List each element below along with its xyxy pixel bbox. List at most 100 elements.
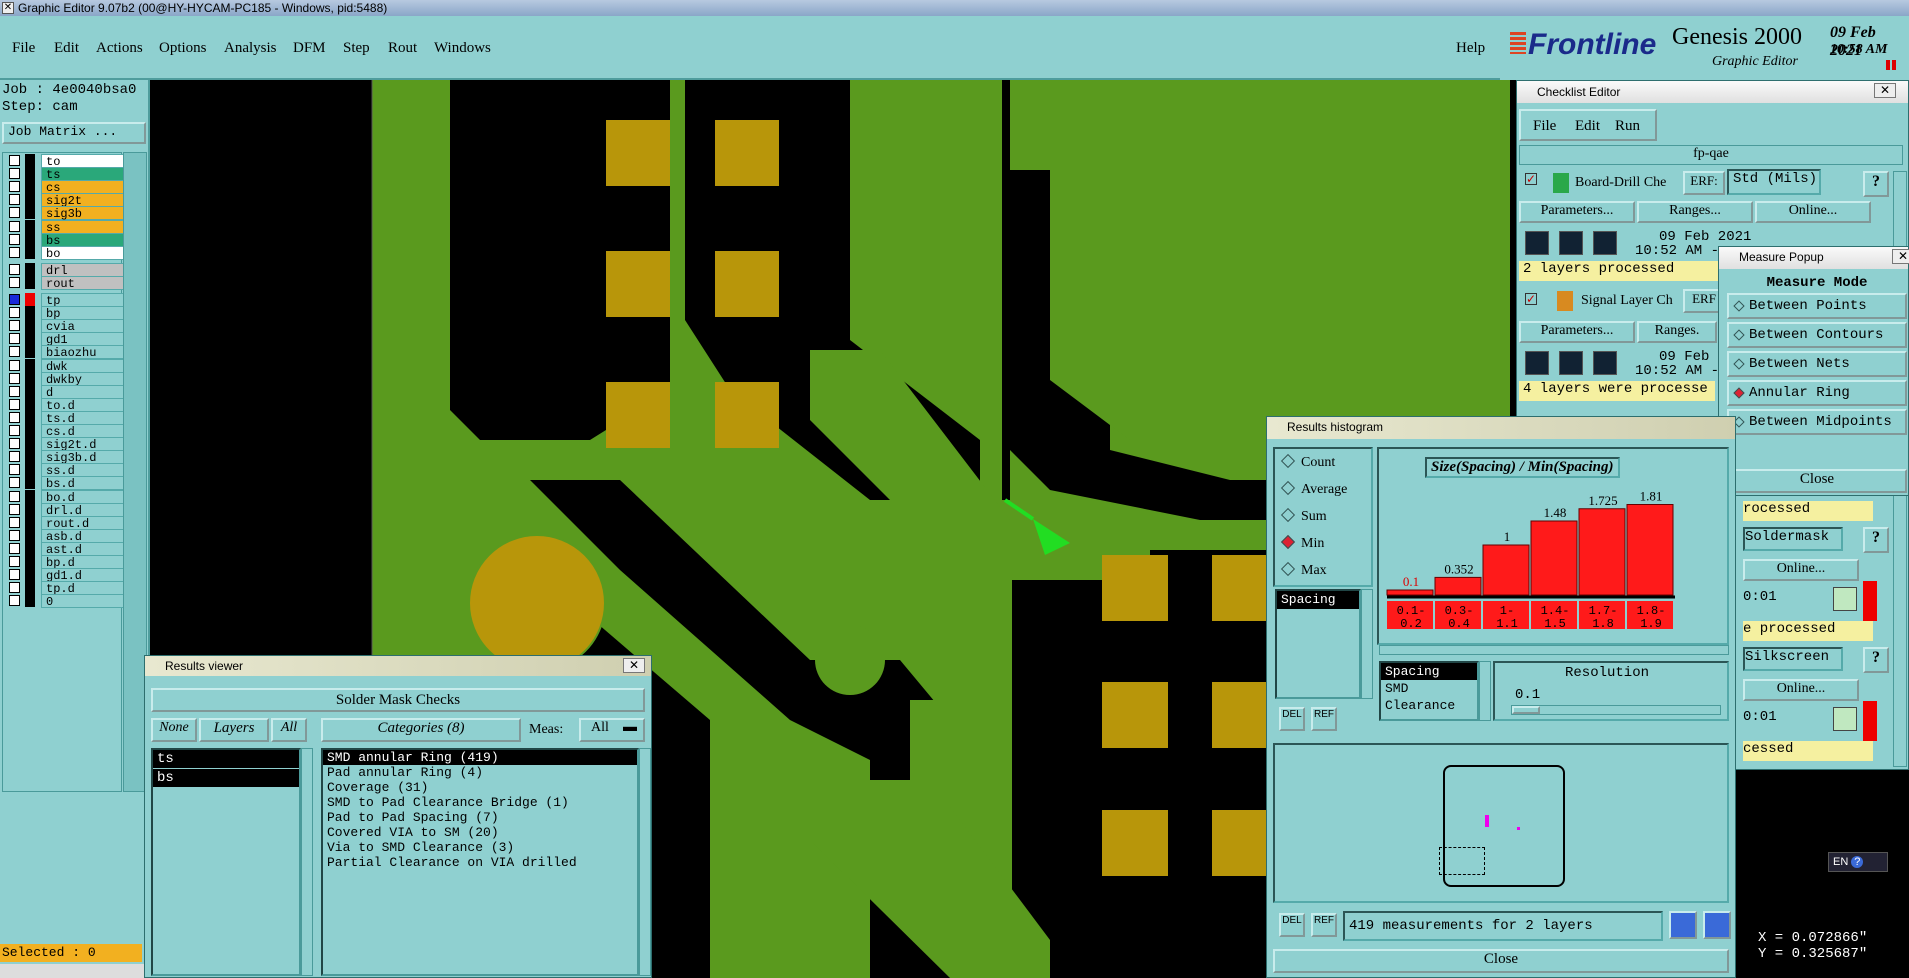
- layer-color-swatch[interactable]: [25, 555, 35, 568]
- layer-results-list[interactable]: ts bs: [151, 748, 301, 976]
- check1-erf[interactable]: ERF:: [1683, 171, 1725, 195]
- layer-color-swatch[interactable]: [25, 397, 35, 411]
- measure-mode-option[interactable]: Between Midpoints: [1727, 409, 1907, 435]
- close-icon[interactable]: ✕: [1892, 249, 1909, 264]
- layer-row[interactable]: bo: [7, 245, 127, 261]
- stat-radio[interactable]: Max: [1280, 561, 1327, 579]
- layer-checkbox[interactable]: [9, 529, 20, 541]
- run-icon[interactable]: [1593, 231, 1617, 255]
- del-icon[interactable]: DEL: [1279, 707, 1305, 731]
- list-item[interactable]: ts: [153, 750, 299, 768]
- layer-color-swatch[interactable]: [25, 410, 35, 424]
- menu-edit[interactable]: Edit: [1575, 118, 1600, 135]
- layers-scrollbar[interactable]: [301, 748, 313, 976]
- run-icon[interactable]: [1525, 351, 1549, 375]
- layer-checkbox[interactable]: [9, 477, 20, 489]
- histogram-bar[interactable]: [1530, 520, 1578, 596]
- category-item[interactable]: SMD annular Ring (419): [323, 750, 637, 765]
- layer-checkbox[interactable]: [9, 320, 20, 332]
- layer-checkbox[interactable]: [9, 438, 20, 450]
- menu-actions[interactable]: Actions: [96, 40, 143, 57]
- layer-color-swatch[interactable]: [25, 358, 35, 372]
- layer-color-swatch[interactable]: [25, 437, 35, 451]
- list-item[interactable]: Spacing: [1277, 591, 1359, 609]
- stat-radio[interactable]: Average: [1280, 480, 1347, 498]
- menu-help[interactable]: Help: [1456, 40, 1485, 57]
- measure-close-button[interactable]: Close: [1727, 469, 1907, 493]
- measure-mode-option[interactable]: Between Nets: [1727, 351, 1907, 377]
- histogram-hscrollbar[interactable]: [1379, 645, 1729, 655]
- layer-color-swatch[interactable]: [25, 245, 35, 259]
- close-icon[interactable]: ✕: [623, 658, 645, 673]
- hist-field-list[interactable]: Spacing: [1275, 589, 1361, 699]
- check1-std[interactable]: Std (Mils): [1727, 169, 1821, 195]
- layer-color-swatch[interactable]: [25, 154, 35, 167]
- layer-checkbox[interactable]: [9, 372, 20, 384]
- histogram-bar[interactable]: [1482, 544, 1530, 596]
- check3-online[interactable]: Online...: [1743, 559, 1859, 581]
- measure-mode-option[interactable]: Between Points: [1727, 293, 1907, 319]
- del-icon[interactable]: DEL: [1279, 913, 1305, 937]
- chart-view-icon[interactable]: [1703, 911, 1731, 939]
- layer-checkbox[interactable]: [9, 582, 20, 594]
- histogram-bar[interactable]: [1626, 504, 1674, 596]
- menu-analysis[interactable]: Analysis: [224, 40, 277, 57]
- layer-color-swatch[interactable]: [25, 463, 35, 477]
- group-list[interactable]: Spacing SMD Clearance: [1379, 661, 1479, 721]
- close-icon[interactable]: ✕: [1874, 83, 1896, 98]
- layer-checkbox[interactable]: [9, 263, 20, 275]
- run-icon[interactable]: [1559, 351, 1583, 375]
- layer-checkbox[interactable]: [9, 542, 20, 554]
- category-scrollbar[interactable]: [639, 748, 651, 976]
- menu-edit[interactable]: Edit: [54, 40, 79, 57]
- menu-file[interactable]: File: [12, 40, 35, 57]
- layer-row[interactable]: rout: [7, 275, 127, 291]
- layer-checkbox[interactable]: [9, 168, 20, 180]
- menu-file[interactable]: File: [1533, 118, 1556, 135]
- layer-color-swatch[interactable]: [25, 232, 35, 246]
- layer-checkbox[interactable]: [9, 220, 20, 232]
- menu-options[interactable]: Options: [159, 40, 207, 57]
- layer-color-swatch[interactable]: [25, 515, 35, 529]
- layer-checkbox[interactable]: [9, 194, 20, 206]
- layer-color-swatch[interactable]: [25, 206, 35, 220]
- check2-checkbox[interactable]: ✓: [1525, 293, 1537, 305]
- layer-color-swatch[interactable]: [25, 594, 35, 608]
- menu-windows[interactable]: Windows: [434, 40, 491, 57]
- layer-checkbox[interactable]: [9, 595, 20, 607]
- histogram-bar[interactable]: [1386, 589, 1434, 596]
- run-icon[interactable]: [1559, 231, 1583, 255]
- category-item[interactable]: Covered VIA to SM (20): [323, 825, 637, 840]
- check1-checkbox[interactable]: ✓: [1525, 173, 1537, 185]
- layer-color-swatch[interactable]: [25, 219, 35, 233]
- layer-checkbox[interactable]: [9, 346, 20, 358]
- check4-online[interactable]: Online...: [1743, 679, 1859, 701]
- menu-step[interactable]: Step: [343, 40, 370, 57]
- layer-color-swatch[interactable]: [25, 502, 35, 516]
- measure-mode-option[interactable]: Between Contours: [1727, 322, 1907, 348]
- layer-checkbox[interactable]: [9, 385, 20, 397]
- all-button[interactable]: All: [271, 718, 307, 742]
- layer-checkbox[interactable]: [9, 294, 20, 305]
- layer-row[interactable]: 0: [7, 593, 127, 609]
- category-item[interactable]: Coverage (31): [323, 780, 637, 795]
- layer-color-swatch[interactable]: [25, 180, 35, 194]
- layer-color-swatch[interactable]: [25, 293, 35, 306]
- layer-name[interactable]: 0: [41, 594, 127, 609]
- job-matrix-button[interactable]: Job Matrix ...: [2, 122, 146, 144]
- check3-help-button[interactable]: ?: [1863, 527, 1889, 553]
- resolution-slider[interactable]: [1511, 705, 1721, 715]
- layer-checkbox[interactable]: [9, 569, 20, 581]
- check2-ranges[interactable]: Ranges.: [1637, 321, 1717, 343]
- layer-checkbox[interactable]: [9, 359, 20, 371]
- layer-checkbox[interactable]: [9, 503, 20, 515]
- layer-checkbox[interactable]: [9, 307, 20, 319]
- layer-color-swatch[interactable]: [25, 262, 35, 276]
- menu-dfm[interactable]: DFM: [293, 40, 326, 57]
- zoom-icon[interactable]: [1833, 587, 1857, 611]
- histogram-close-button[interactable]: Close: [1273, 949, 1729, 973]
- slider-thumb[interactable]: [1512, 706, 1540, 714]
- histogram-bar[interactable]: [1434, 576, 1482, 596]
- layer-name[interactable]: bo: [41, 245, 127, 261]
- list-item[interactable]: SMD: [1381, 680, 1477, 697]
